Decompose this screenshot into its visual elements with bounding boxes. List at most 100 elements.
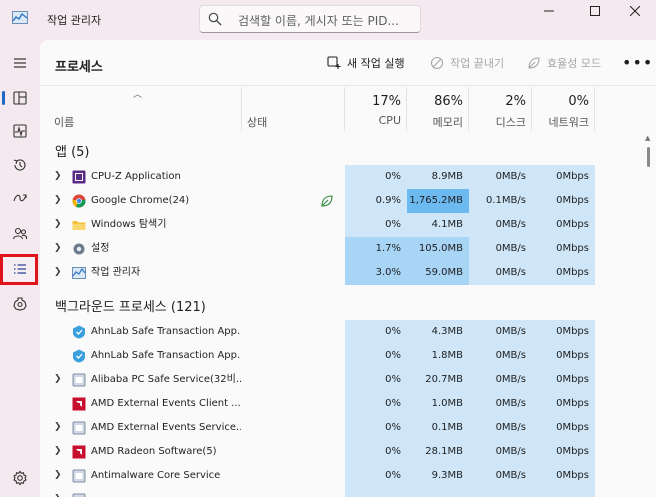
col-memory[interactable]: 메모리 xyxy=(403,114,463,130)
memory-cell: 4.1MB xyxy=(407,213,469,237)
col-cpu[interactable]: CPU xyxy=(341,114,401,127)
close-button[interactable] xyxy=(612,0,656,22)
main-panel: 프로세스 새 작업 실행 작업 끝내기 효율성 모드 ••• ︿ 이름 상태 1… xyxy=(40,40,656,497)
expand-chevron-icon[interactable]: ❯ xyxy=(54,219,62,229)
efficiency-mode-button[interactable]: 효율성 모드 xyxy=(527,55,601,71)
memory-cell: 8.9MB xyxy=(407,165,469,189)
expand-chevron-icon[interactable]: ❯ xyxy=(54,422,62,432)
app-title: 작업 관리자 xyxy=(47,14,102,27)
nav-users[interactable] xyxy=(4,220,36,248)
process-row[interactable]: 1.7% 105.0MB 0MB/s 0Mbps ❯ 설정 xyxy=(40,237,636,261)
navigation-rail xyxy=(0,40,38,497)
nav-settings[interactable] xyxy=(4,464,36,492)
disk-cell: 0MB/s xyxy=(469,261,532,285)
expand-chevron-icon[interactable]: ❯ xyxy=(54,243,62,253)
nav-performance[interactable] xyxy=(4,117,36,145)
process-row[interactable]: 0% 1.8MB 0MB/s 0Mbps AhnLab Safe Transaction… xyxy=(40,344,636,368)
process-row[interactable]: 0% 20.7MB 0MB/s 0Mbps ❯ Alibaba PC Safe Servi… xyxy=(40,368,636,392)
new-task-button[interactable]: 새 작업 실행 xyxy=(327,55,405,71)
process-row[interactable]: 0% 0.1MB 0MB/s 0Mbps ❯ AMD External Events Se… xyxy=(40,416,636,440)
col-status[interactable]: 상태 xyxy=(247,114,267,130)
process-row[interactable]: 0% 8.9MB 0MB/s 0Mbps ❯ CPU-Z Application xyxy=(40,165,636,189)
expand-chevron-icon[interactable]: ❯ xyxy=(54,470,62,480)
minimize-icon xyxy=(544,10,554,12)
ahnlab-icon xyxy=(73,349,85,363)
disk-cell xyxy=(469,488,532,497)
expand-chevron-icon[interactable]: ❯ xyxy=(54,195,62,205)
scroll-thumb[interactable] xyxy=(647,147,650,167)
disk-cell: 0MB/s xyxy=(469,213,532,237)
process-row[interactable]: 0% 9.3MB 0MB/s 0Mbps ❯ Antimalware Core Servi… xyxy=(40,464,636,488)
menu-button[interactable] xyxy=(4,49,36,77)
network-cell: 0Mbps xyxy=(532,261,595,285)
process-row[interactable]: 3.0% 59.0MB 0MB/s 0Mbps ❯ 작업 관리자 xyxy=(40,261,636,285)
end-task-label: 작업 끝내기 xyxy=(450,57,505,70)
expand-chevron-icon[interactable]: ❯ xyxy=(54,446,62,456)
process-row[interactable]: 0.9% 1,765.2MB 0.1MB/s 0Mbps ❯ Google Chrome(… xyxy=(40,189,636,213)
nav-startup-apps[interactable] xyxy=(4,184,36,212)
app-history-icon xyxy=(13,159,26,171)
chrome-icon xyxy=(72,194,86,208)
vertical-scrollbar[interactable]: ▲ xyxy=(643,131,653,497)
network-total[interactable]: 0% xyxy=(529,94,589,109)
cpu-cell: 0% xyxy=(345,440,407,464)
task-manager-logo-icon xyxy=(12,11,28,24)
cpu-cell: 0% xyxy=(345,464,407,488)
col-disk[interactable]: 디스크 xyxy=(466,114,526,130)
network-cell: 0Mbps xyxy=(532,416,595,440)
nav-processes[interactable] xyxy=(4,84,36,112)
network-cell: 0Mbps xyxy=(532,440,595,464)
process-name: 작업 관리자 xyxy=(91,267,141,278)
cpu-cell: 0.9% xyxy=(345,189,407,213)
minimize-button[interactable] xyxy=(526,0,572,22)
service-icon xyxy=(72,469,86,483)
nav-details[interactable] xyxy=(4,255,36,283)
efficiency-leaf-icon xyxy=(321,195,333,207)
nav-services[interactable] xyxy=(4,290,36,318)
process-row[interactable]: 0% 4.1MB 0MB/s 0Mbps ❯ Windows 탐색기 xyxy=(40,213,636,237)
cpu-total[interactable]: 17% xyxy=(341,94,401,109)
col-network[interactable]: 네트워크 xyxy=(529,114,589,130)
scroll-up-arrow-icon[interactable]: ▲ xyxy=(645,134,650,142)
end-task-icon xyxy=(430,56,444,70)
memory-cell: 1.8MB xyxy=(407,344,469,368)
cpu-cell: 1.7% xyxy=(345,237,407,261)
process-row[interactable]: ❯ xyxy=(40,488,636,497)
expand-chevron-icon[interactable]: ❯ xyxy=(54,267,62,277)
expand-chevron-icon[interactable]: ❯ xyxy=(54,374,62,384)
memory-cell: 59.0MB xyxy=(407,261,469,285)
search-box[interactable]: 검색할 이름, 게시자 또는 PID... xyxy=(199,5,421,33)
ahnlab-icon xyxy=(73,325,85,339)
process-row[interactable]: 0% 28.1MB 0MB/s 0Mbps ❯ AMD Radeon Software(5… xyxy=(40,440,636,464)
disk-total[interactable]: 2% xyxy=(466,94,526,109)
hamburger-menu-icon xyxy=(14,58,26,68)
search-input[interactable]: 검색할 이름, 게시자 또는 PID... xyxy=(238,12,399,29)
disk-cell: 0.1MB/s xyxy=(469,189,532,213)
expand-chevron-icon[interactable]: ❯ xyxy=(54,171,62,181)
disk-cell: 0MB/s xyxy=(469,440,532,464)
column-divider[interactable] xyxy=(241,87,242,131)
end-task-button[interactable]: 작업 끝내기 xyxy=(430,55,504,71)
folder-icon xyxy=(72,221,86,230)
task-manager-icon xyxy=(72,267,86,279)
memory-cell: 4.3MB xyxy=(407,320,469,344)
efficiency-leaf-icon xyxy=(528,57,540,69)
settings-icon xyxy=(13,470,27,486)
search-icon xyxy=(208,12,222,26)
memory-cell: 20.7MB xyxy=(407,368,469,392)
cpu-cell: 0% xyxy=(345,344,407,368)
disk-cell: 0MB/s xyxy=(469,320,532,344)
process-name: 설정 xyxy=(91,243,110,254)
service-icon xyxy=(72,373,86,387)
process-row[interactable]: 0% 4.3MB 0MB/s 0Mbps AhnLab Safe Transaction… xyxy=(40,320,636,344)
memory-total[interactable]: 86% xyxy=(403,94,463,109)
cpu-cell: 0% xyxy=(345,165,407,189)
col-name[interactable]: 이름 xyxy=(54,114,74,130)
process-table: 앱 (5) 백그라운드 프로세스 (121) 0% 8.9MB 0MB/s 0Mbps… xyxy=(40,131,636,497)
more-options-button[interactable]: ••• xyxy=(622,53,653,72)
memory-cell: 105.0MB xyxy=(407,237,469,261)
column-divider[interactable] xyxy=(594,87,595,131)
sort-up-icon[interactable]: ︿ xyxy=(133,87,142,100)
process-row[interactable]: 0% 1.0MB 0MB/s 0Mbps AMD External Events Cli… xyxy=(40,392,636,416)
nav-app-history[interactable] xyxy=(4,151,36,179)
